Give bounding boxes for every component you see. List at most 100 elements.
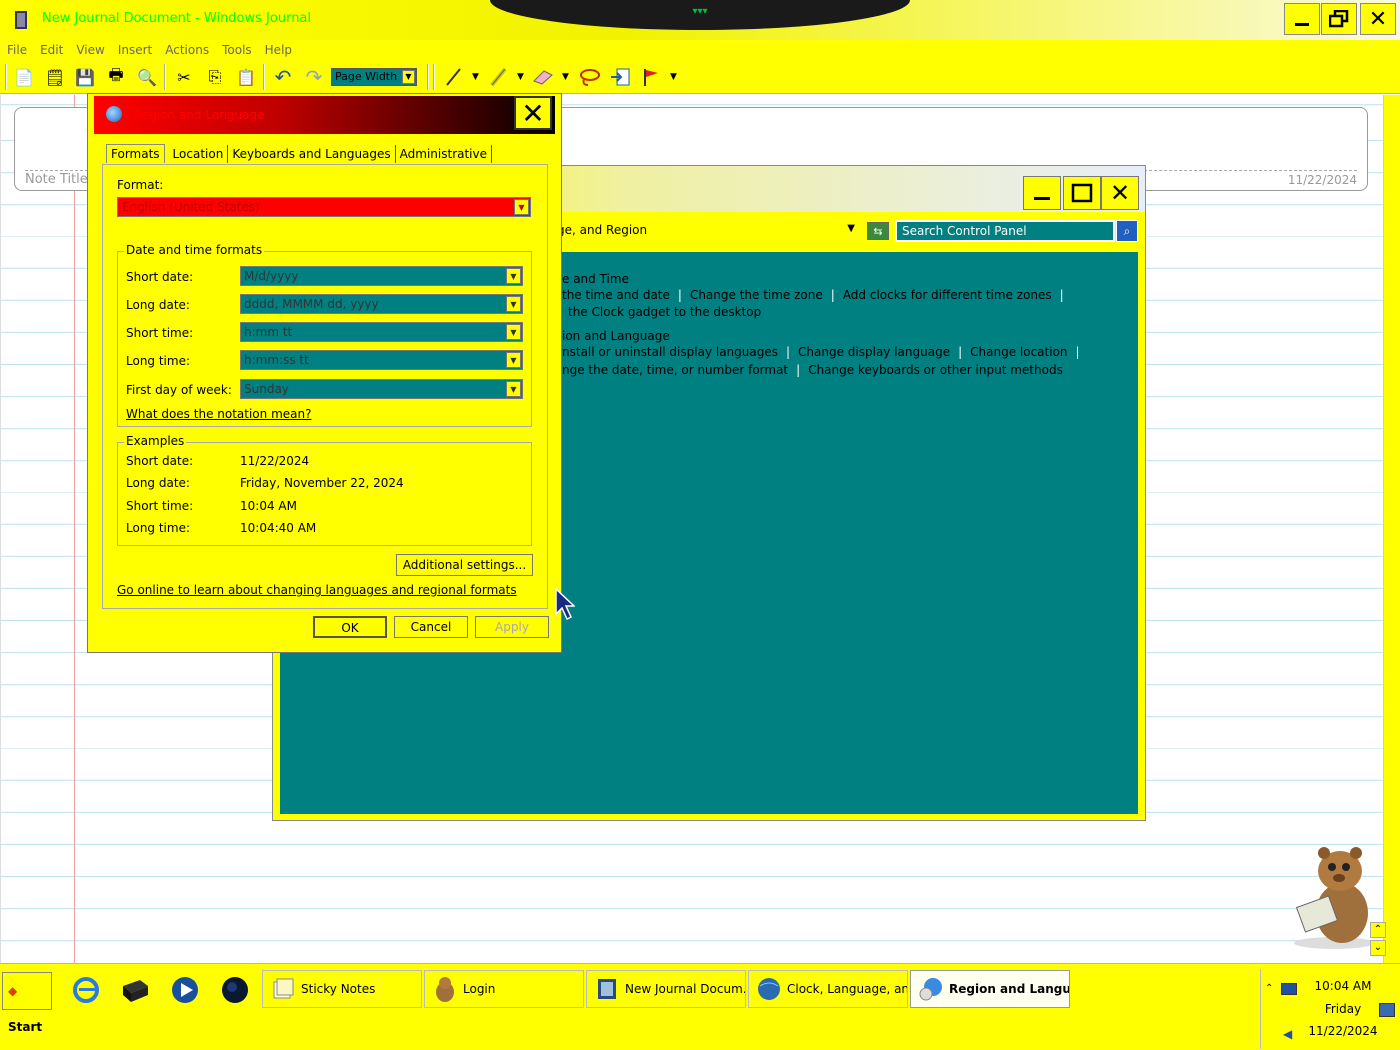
example-long-time-label: Long time: bbox=[126, 521, 191, 535]
chevron-down-icon: ▼ bbox=[506, 324, 521, 340]
note-title-placeholder: Note Title bbox=[25, 172, 88, 187]
notation-link[interactable]: What does the notation mean? bbox=[126, 407, 311, 421]
tab-formats[interactable]: Formats bbox=[106, 144, 165, 163]
highlighter-dropdown-icon[interactable]: ▼ bbox=[517, 72, 524, 82]
start-label: Start bbox=[8, 1020, 43, 1034]
close-icon[interactable]: ✕ bbox=[1360, 3, 1396, 35]
eraser-dropdown-icon[interactable]: ▼ bbox=[562, 72, 569, 82]
toolbar: 📄 🗒 💾 🖶 🔍 ✂ ⎘ 📋 ↶ ↷ Page Width ▼ ▼ ▼ ▼ ▼ bbox=[0, 60, 1400, 94]
cp-link-add-clocks[interactable]: Add clocks for different time zones bbox=[843, 288, 1052, 302]
assistant-mascot-icon[interactable] bbox=[1282, 843, 1382, 953]
system-tray: ⌃ ◀ 10:04 AM Friday 11/22/2024 bbox=[1260, 969, 1400, 1049]
tab-location[interactable]: Location bbox=[169, 145, 229, 163]
dialog-title: Region and Language bbox=[134, 108, 265, 122]
eraser-icon[interactable] bbox=[531, 65, 555, 89]
save-icon[interactable]: 💾 bbox=[73, 65, 97, 89]
vertical-scrollbar[interactable] bbox=[1383, 95, 1400, 963]
additional-settings-button[interactable]: Additional settings... bbox=[396, 554, 533, 576]
ok-button[interactable]: OK bbox=[313, 616, 387, 638]
search-input[interactable]: Search Control Panel bbox=[895, 220, 1115, 242]
region-language-dialog[interactable]: Region and Language ✕ Formats Location Key… bbox=[87, 93, 562, 653]
pen-dropdown-icon[interactable]: ▼ bbox=[472, 72, 479, 82]
pen-icon[interactable] bbox=[441, 65, 465, 89]
restore-button[interactable] bbox=[1321, 3, 1357, 35]
lasso-icon[interactable] bbox=[577, 65, 601, 89]
menu-file[interactable]: File bbox=[0, 40, 33, 59]
print-preview-icon[interactable]: 🖶 bbox=[104, 65, 128, 89]
task-sticky-notes[interactable]: Sticky Notes bbox=[262, 970, 422, 1008]
menu-tools[interactable]: Tools bbox=[215, 40, 258, 59]
insert-space-icon[interactable] bbox=[608, 65, 632, 89]
volume-icon[interactable]: ◀ bbox=[1283, 1027, 1292, 1041]
cp-heading-date-time[interactable]: e and Time bbox=[562, 272, 629, 286]
cp-link-clock-gadget[interactable]: the Clock gadget to the desktop bbox=[568, 305, 761, 319]
scroll-up-icon[interactable]: ⌃ bbox=[1370, 922, 1386, 938]
menu-actions[interactable]: Actions bbox=[158, 40, 215, 59]
cp-heading-region-language[interactable]: ion and Language bbox=[562, 329, 670, 343]
menu-help[interactable]: Help bbox=[258, 40, 298, 59]
paste-icon[interactable]: 📋 bbox=[234, 65, 258, 89]
task-journal[interactable]: New Journal Docum... bbox=[586, 970, 746, 1008]
cp-link-install-languages[interactable]: nstall or uninstall display languages bbox=[562, 345, 778, 359]
zoom-value: Page Width bbox=[335, 70, 398, 83]
short-date-select[interactable]: M/d/yyyy ▼ bbox=[240, 266, 523, 286]
globe-app-icon[interactable] bbox=[219, 974, 251, 1006]
cp-minimize-button[interactable] bbox=[1023, 176, 1061, 210]
cancel-button[interactable]: Cancel bbox=[394, 616, 468, 638]
network-icon[interactable] bbox=[1281, 983, 1297, 995]
clock-time[interactable]: 10:04 AM bbox=[1303, 979, 1383, 993]
open-icon[interactable]: 🗒 bbox=[43, 65, 67, 89]
tray-expand-icon[interactable]: ⌃ bbox=[1265, 983, 1273, 994]
cp-link-change-format[interactable]: nge the date, time, or number format bbox=[562, 363, 788, 377]
short-time-select[interactable]: h:mm tt ▼ bbox=[240, 322, 523, 342]
media-player-icon[interactable] bbox=[169, 974, 201, 1006]
tab-keyboards-languages[interactable]: Keyboards and Languages bbox=[228, 145, 396, 163]
chevron-down-icon: ▼ bbox=[506, 296, 521, 312]
internet-explorer-icon[interactable] bbox=[70, 974, 102, 1006]
dialog-close-icon[interactable]: ✕ bbox=[514, 96, 552, 130]
minimize-button[interactable] bbox=[1284, 3, 1320, 35]
cp-address-bar[interactable]: ge, and Region ▼ bbox=[553, 220, 863, 242]
find-icon[interactable]: 🔍 bbox=[135, 65, 159, 89]
long-date-select[interactable]: dddd, MMMM dd, yyyy ▼ bbox=[240, 294, 523, 314]
cp-close-icon[interactable]: ✕ bbox=[1101, 176, 1139, 210]
start-button[interactable]: ◆ Start bbox=[2, 972, 52, 1034]
first-day-select[interactable]: Sunday ▼ bbox=[240, 379, 523, 399]
task-region-language[interactable]: Region and Langua... bbox=[910, 970, 1070, 1008]
show-desktop-icon[interactable] bbox=[119, 974, 151, 1006]
copy-icon[interactable]: ⎘ bbox=[203, 65, 227, 89]
task-clock-language[interactable]: Clock, Language, an... bbox=[748, 970, 908, 1008]
format-label: Format: bbox=[117, 178, 164, 192]
refresh-icon[interactable]: ⇆ bbox=[867, 222, 889, 240]
undo-icon[interactable]: ↶ bbox=[271, 65, 295, 89]
zoom-select[interactable]: Page Width ▼ bbox=[331, 68, 417, 86]
flag-dropdown-icon[interactable]: ▼ bbox=[670, 72, 677, 82]
menu-view[interactable]: View bbox=[69, 40, 110, 59]
toolbar-separator bbox=[5, 64, 7, 90]
highlighter-icon[interactable] bbox=[486, 65, 510, 89]
cp-link-change-keyboards[interactable]: Change keyboards or other input methods bbox=[808, 363, 1063, 377]
dialog-title-bar[interactable]: Region and Language bbox=[94, 96, 555, 134]
menu-edit[interactable]: Edit bbox=[33, 40, 69, 59]
format-select[interactable]: English (United States) ▼ bbox=[117, 197, 531, 217]
new-note-icon[interactable]: 📄 bbox=[12, 65, 36, 89]
menu-insert[interactable]: Insert bbox=[111, 40, 158, 59]
scroll-down-icon[interactable]: ⌄ bbox=[1370, 940, 1386, 956]
apply-button[interactable]: Apply bbox=[475, 616, 549, 638]
redo-icon[interactable]: ↷ bbox=[302, 65, 326, 89]
chevron-down-icon[interactable]: ▼ bbox=[847, 223, 855, 234]
cp-link-display-language[interactable]: Change display language bbox=[798, 345, 950, 359]
cp-link-change-location[interactable]: Change location bbox=[970, 345, 1067, 359]
cut-icon[interactable]: ✂ bbox=[172, 65, 196, 89]
task-login[interactable]: Login bbox=[424, 970, 584, 1008]
long-time-select[interactable]: h:mm:ss tt ▼ bbox=[240, 350, 523, 370]
cp-link-time-zone[interactable]: Change the time zone bbox=[690, 288, 823, 302]
online-help-link[interactable]: Go online to learn about changing langua… bbox=[117, 583, 517, 597]
flag-icon[interactable] bbox=[639, 65, 663, 89]
tab-administrative[interactable]: Administrative bbox=[396, 145, 493, 163]
search-icon[interactable]: ⌕ bbox=[1116, 220, 1138, 242]
journal-title-bar[interactable]: New Journal Document - Windows Journal ▾… bbox=[0, 0, 1400, 40]
cp-maximize-button[interactable] bbox=[1063, 176, 1101, 210]
cp-link-set-time[interactable]: the time and date bbox=[562, 288, 670, 302]
journal-app-icon bbox=[12, 9, 30, 31]
